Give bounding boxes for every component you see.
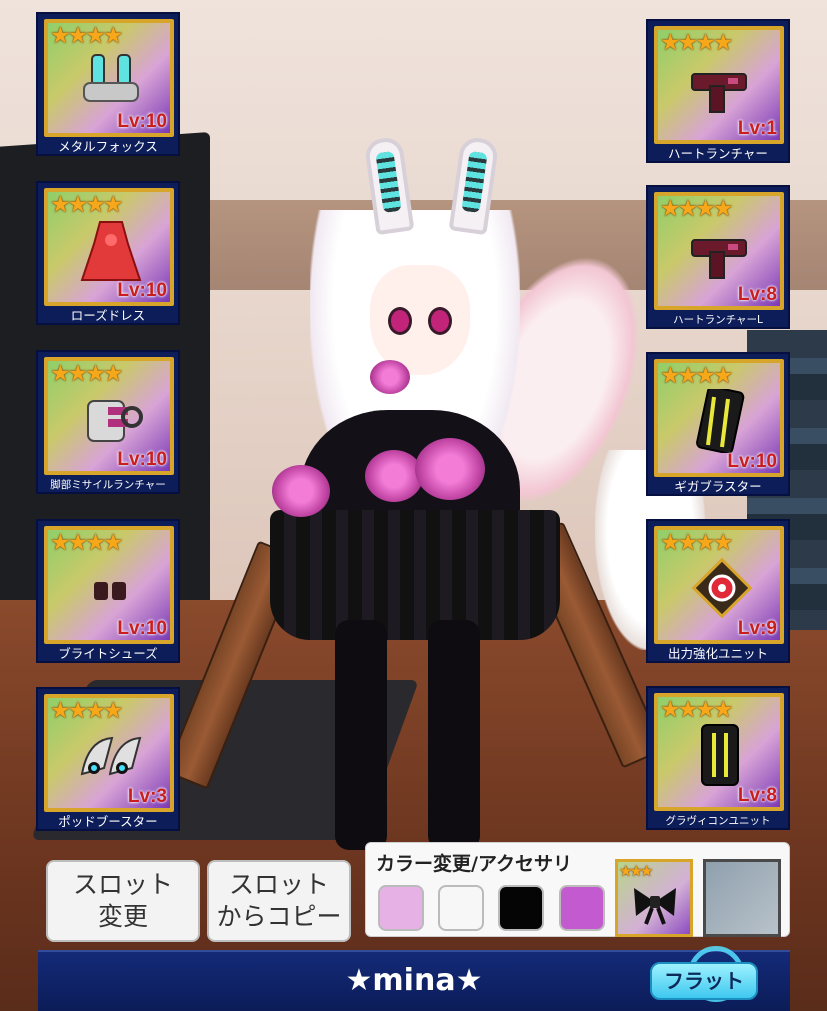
card-frame: ★★★★ Lv:9 [654,526,784,644]
item-level: Lv:10 [117,618,167,639]
color-swatch-1[interactable] [378,885,424,931]
item-name: 脚部ミサイルランチャー [50,479,166,491]
item-level: Lv:10 [727,451,777,472]
leg-missile-launcher-icon [87,400,143,442]
rarity-stars: ★★★★ [660,697,734,723]
item-level: Lv:10 [117,280,167,301]
heart-launcher-icon [691,73,747,113]
rarity-stars: ★★★★ [660,196,734,222]
item-name: ハートランチャー [668,146,768,161]
card-frame: ★★★★ Lv:8 [654,693,784,811]
accessory-slot-1[interactable]: ★★★ [615,859,693,937]
item-name: グラヴィコンユニット [665,815,771,827]
left-leg [335,620,387,850]
color-swatch-4[interactable] [559,885,605,931]
hand-rose [272,465,330,517]
item-level: Lv:3 [127,786,167,807]
equipment-slot-body[interactable]: ★★★★ Lv:10 ローズドレス [36,181,180,325]
card-frame: ★★★★ Lv:3 [44,694,174,812]
equipment-slot-blaster[interactable]: ★★★★ Lv:10 ギガブラスター [646,352,790,496]
rarity-stars: ★★★★ [50,698,124,724]
card-frame: ★★★★ Lv:1 [654,26,784,144]
character-skirt [270,510,560,640]
card-frame: ★★★★ Lv:8 [654,192,784,310]
pod-booster-icon [80,736,142,776]
color-swatch-2[interactable] [438,885,484,931]
right-eye [428,307,452,335]
fox-ear-headgear-icon [83,54,139,102]
stance-toggle-button[interactable]: フラット [650,962,758,1000]
dress-rose [365,450,423,502]
accessory-slot-2[interactable] [703,859,781,937]
equipment-slot-shoes[interactable]: ★★★★ Lv:10 ブライトシューズ [36,519,180,663]
equipment-slot-weapon-l[interactable]: ★★★★ Lv:8 ハートランチャーL [646,185,790,329]
card-frame: ★★★★ Lv:10 [44,19,174,137]
item-level: Lv:10 [117,111,167,132]
item-level: Lv:10 [117,449,167,470]
item-level: Lv:8 [737,284,777,305]
rarity-stars: ★★★★ [50,361,124,387]
equipment-slot-weapon-r[interactable]: ★★★★ Lv:1 ハートランチャー [646,19,790,163]
gravicon-unit-icon [701,724,739,786]
equipment-slot-booster[interactable]: ★★★★ Lv:3 ポッドブースター [36,687,180,831]
power-unit-icon [691,557,753,619]
slot-copy-button[interactable]: スロット からコピー [207,860,351,942]
character-model[interactable] [164,120,674,860]
item-name: ギガブラスター [674,479,762,494]
equipment-slot-head[interactable]: ★★★★ Lv:10 メタルフォックス [36,12,180,156]
character-face [370,265,470,375]
equipment-slot-unit-2[interactable]: ★★★★ Lv:8 グラヴィコンユニット [646,686,790,830]
left-eye [388,307,412,335]
item-name: ポッドブースター [58,814,158,829]
equipment-slot-leg-weapon[interactable]: ★★★★ Lv:10 脚部ミサイルランチャー [36,350,180,494]
color-panel-title: カラー変更/アクセサリ [376,853,572,875]
equipment-slot-unit-1[interactable]: ★★★★ Lv:9 出力強化ユニット [646,519,790,663]
item-level: Lv:1 [737,118,777,139]
item-name: 出力強化ユニット [667,646,768,661]
item-level: Lv:8 [737,785,777,806]
dress-rose [415,438,485,500]
choker-rose [370,360,410,394]
rarity-stars: ★★★★ [50,192,124,218]
color-swatch-3[interactable] [498,885,544,931]
rarity-stars: ★★★★ [50,23,124,49]
rarity-stars: ★★★★ [50,530,124,556]
slot-change-button[interactable]: スロット 変更 [46,860,200,942]
rose-dress-icon [80,221,142,281]
item-name: ハートランチャーL [673,314,763,326]
player-name-bar: ★mina★ フラット [38,946,790,1011]
giga-blaster-icon [696,389,745,453]
card-frame: ★★★★ Lv:10 [654,359,784,477]
item-name: ブライトシューズ [58,646,158,661]
bow-icon [634,888,676,925]
item-name: メタルフォックス [58,139,158,154]
rarity-stars: ★★★★ [660,30,734,56]
item-name: ローズドレス [70,308,146,323]
card-frame: ★★★★ Lv:10 [44,357,174,475]
rarity-stars: ★★★★ [660,363,734,389]
rarity-stars: ★★★★ [660,530,734,556]
right-leg [428,620,480,850]
item-level: Lv:9 [737,618,777,639]
card-frame: ★★★★ Lv:10 [44,526,174,644]
card-frame: ★★★★ Lv:10 [44,188,174,306]
heart-launcher-icon [691,239,747,279]
shoes-icon [94,582,126,600]
rarity-stars: ★★★ [619,862,653,880]
